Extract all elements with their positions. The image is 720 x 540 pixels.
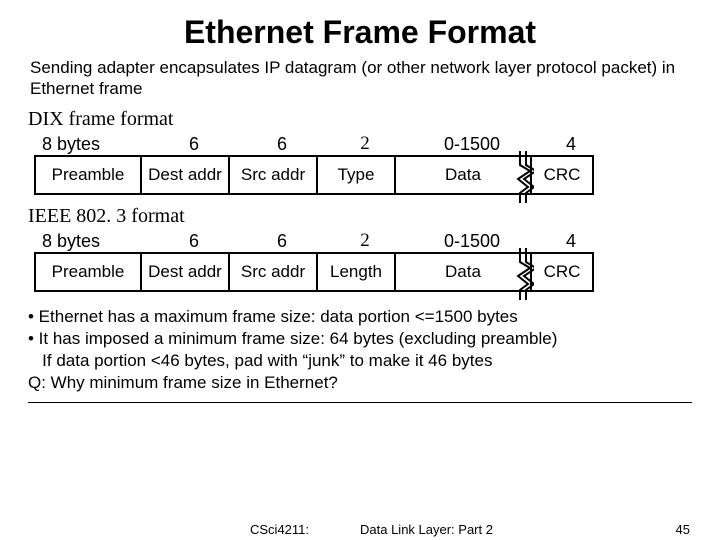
field-dest-addr: Dest addr — [142, 252, 230, 292]
size-cell: 6 — [238, 134, 326, 155]
field-src-addr: Src addr — [230, 155, 318, 195]
note-line: • It has imposed a minimum frame size: 6… — [28, 328, 692, 350]
dix-frame: 8 bytes 6 6 2 0-1500 4 Preamble Dest add… — [34, 133, 692, 195]
ieee-sizes-row: 8 bytes 6 6 2 0-1500 4 — [34, 230, 692, 252]
break-zigzag-icon — [516, 248, 534, 300]
ieee-label: IEEE 802. 3 format — [28, 205, 692, 228]
size-cell: 8 bytes — [34, 231, 150, 252]
field-crc: CRC — [532, 252, 594, 292]
size-cell: 4 — [540, 134, 602, 155]
field-dest-addr: Dest addr — [142, 155, 230, 195]
note-line: • Ethernet has a maximum frame size: dat… — [28, 306, 692, 328]
size-cell: 6 — [238, 231, 326, 252]
size-cell: 6 — [150, 231, 238, 252]
note-line: If data portion <46 bytes, pad with “jun… — [28, 350, 692, 372]
size-cell: 4 — [540, 231, 602, 252]
intro-text: Sending adapter encapsulates IP datagram… — [30, 57, 682, 100]
slide-title: Ethernet Frame Format — [28, 14, 692, 51]
dix-sizes-row: 8 bytes 6 6 2 0-1500 4 — [34, 133, 692, 155]
size-cell: 6 — [150, 134, 238, 155]
size-cell: 2 — [326, 133, 404, 155]
field-data: Data — [396, 155, 532, 195]
ieee-frame: 8 bytes 6 6 2 0-1500 4 Preamble Dest add… — [34, 230, 692, 292]
footer-course: CSci4211: — [250, 522, 309, 537]
field-data-label: Data — [445, 263, 481, 280]
field-data: Data — [396, 252, 532, 292]
footer-rule — [28, 402, 692, 403]
field-crc: CRC — [532, 155, 594, 195]
break-zigzag-icon — [516, 151, 534, 203]
ieee-boxes-row: Preamble Dest addr Src addr Length Data … — [34, 252, 692, 292]
footer-page: 45 — [676, 522, 690, 537]
size-cell: 8 bytes — [34, 134, 150, 155]
notes-block: • Ethernet has a maximum frame size: dat… — [28, 306, 692, 394]
field-type: Type — [318, 155, 396, 195]
field-length: Length — [318, 252, 396, 292]
footer-topic: Data Link Layer: Part 2 — [360, 522, 493, 537]
field-data-label: Data — [445, 166, 481, 183]
field-src-addr: Src addr — [230, 252, 318, 292]
dix-label: DIX frame format — [28, 108, 692, 131]
field-preamble: Preamble — [34, 252, 142, 292]
note-question: Q: Why minimum frame size in Ethernet? — [28, 372, 692, 394]
size-cell: 2 — [326, 230, 404, 252]
field-preamble: Preamble — [34, 155, 142, 195]
dix-boxes-row: Preamble Dest addr Src addr Type Data CR… — [34, 155, 692, 195]
